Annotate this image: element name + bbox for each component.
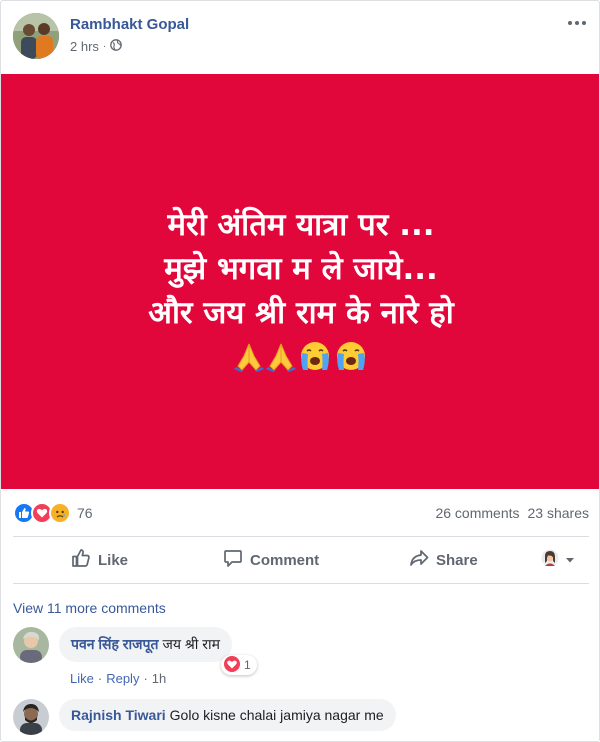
share-label: Share [436,551,478,569]
image-text-line-1: मेरी अंतिम यात्रा पर ... [167,206,435,243]
commenter-avatar[interactable] [13,627,49,663]
comment-bubble: पवन सिंह राजपूत जय श्री राम [59,627,233,662]
post-actions: Like Comment Share [13,538,589,582]
folded-hands-icon [234,340,264,377]
comment-item: पवन सिंह राजपूत जय श्री राम 1 Like · Repl… [13,627,589,687]
image-text-line-2: मुझे भगवा म ले जाये... [164,250,438,287]
comment-button[interactable]: Comment [223,548,319,572]
comment-reply-link[interactable]: Reply [106,671,139,686]
loudly-crying-face-icon [298,339,332,378]
chevron-down-icon [565,552,575,569]
loudly-crying-face-icon [334,339,368,378]
author-avatar[interactable] [13,13,59,59]
post-meta: 2 hrs · [70,39,123,54]
comment-age[interactable]: 1h [152,671,166,686]
commenter-name[interactable]: Rajnish Tiwari [71,707,166,723]
reaction-summary[interactable] [13,502,71,524]
comment-separator: · [143,671,148,686]
view-more-comments-link[interactable]: View 11 more comments [13,600,166,616]
globe-icon[interactable] [110,39,123,54]
comment-item: Rajnish Tiwari Golo kisne chalai jamiya n… [13,699,589,739]
comment-reaction-count: 1 [244,658,251,672]
stats-divider [13,536,589,537]
comment-bubble: Rajnish Tiwari Golo kisne chalai jamiya n… [59,699,396,731]
engagement-counts: 26 comments 23 shares [435,505,589,521]
meta-separator: · [102,41,107,52]
image-text-line-3: और जय श्री राम के नारे हो [148,294,454,331]
comment-actions: Like · Reply · 1h [70,671,166,686]
author-name[interactable]: Rambhakt Gopal [70,16,189,33]
actions-divider [13,583,589,584]
like-label: Like [98,551,129,569]
comment-bubble-icon [223,548,243,572]
audience-selector[interactable] [541,549,575,571]
share-arrow-icon [409,548,429,572]
sad-reaction-icon [49,502,71,524]
comment-reaction-badge[interactable]: 1 [221,655,257,675]
post-time[interactable]: 2 hrs [70,39,99,54]
image-emoji-row [234,339,368,379]
thumbs-up-icon [71,548,91,572]
more-options-icon[interactable] [565,15,589,31]
comment-text: Golo kisne chalai jamiya nagar me [169,707,384,723]
comment-separator: · [97,671,103,686]
commenter-avatar[interactable] [13,699,49,735]
user-avatar-icon [541,549,559,571]
folded-hands-icon [266,340,296,377]
comments-count[interactable]: 26 comments [435,505,519,521]
post-image[interactable]: मेरी अंतिम यात्रा पर ... मुझे भगवा म ले … [1,74,599,489]
commenter-name[interactable]: पवन सिंह राजपूत [71,636,158,652]
like-button[interactable]: Like [71,548,128,572]
comment-like-link[interactable]: Like [70,671,94,686]
reaction-count[interactable]: 76 [77,505,93,521]
love-reaction-icon [224,655,240,675]
post-header: Rambhakt Gopal 2 hrs · [13,13,589,63]
post-card: Rambhakt Gopal 2 hrs · मेरी अंतिम यात्रा… [0,0,600,742]
comment-text: जय श्री राम [162,636,221,652]
shares-count[interactable]: 23 shares [528,505,589,521]
post-stats: 76 26 comments 23 shares [13,499,589,527]
comment-label: Comment [250,551,320,569]
share-button[interactable]: Share [409,548,478,572]
